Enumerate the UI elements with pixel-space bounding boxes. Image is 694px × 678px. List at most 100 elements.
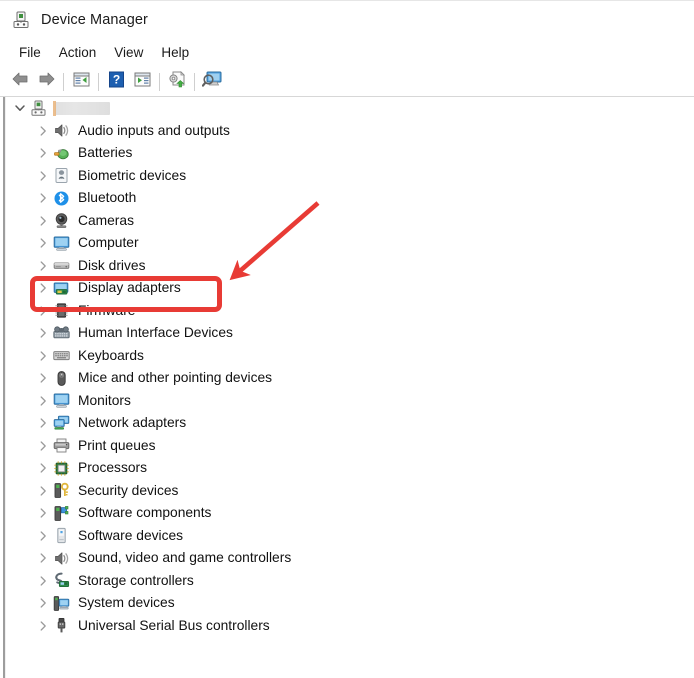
toolbar-separator: [159, 72, 160, 91]
chevron-right-icon[interactable]: [35, 505, 51, 521]
tree-row-cameras[interactable]: Cameras: [6, 210, 694, 233]
tree-row-processors[interactable]: Processors: [6, 457, 694, 480]
tree-row-root[interactable]: [6, 97, 694, 120]
chevron-right-icon[interactable]: [35, 393, 51, 409]
chevron-right-icon[interactable]: [35, 370, 51, 386]
chevron-right-icon[interactable]: [35, 438, 51, 454]
chevron-right-icon[interactable]: [35, 235, 51, 251]
device-tree[interactable]: Audio inputs and outputs Batteries Biome…: [6, 97, 694, 637]
chevron-right-icon[interactable]: [35, 573, 51, 589]
tree-row-keyboards[interactable]: Keyboards: [6, 345, 694, 368]
chevron-right-icon[interactable]: [35, 145, 51, 161]
title-bar: Device Manager: [0, 0, 694, 39]
menu-help[interactable]: Help: [152, 42, 198, 64]
tree-row-storage-controllers[interactable]: Storage controllers: [6, 570, 694, 593]
chevron-right-icon[interactable]: [35, 213, 51, 229]
chevron-right-icon[interactable]: [35, 483, 51, 499]
tree-row-label: Bluetooth: [78, 190, 137, 206]
tree-row-human-interface-devices[interactable]: Human Interface Devices: [6, 322, 694, 345]
software-device-icon: [53, 527, 70, 544]
tree-row-audio-inputs-and-outputs[interactable]: Audio inputs and outputs: [6, 120, 694, 143]
device-tree-panel[interactable]: Audio inputs and outputs Batteries Biome…: [0, 97, 694, 678]
toolbar-separator: [63, 72, 64, 91]
tree-row-print-queues[interactable]: Print queues: [6, 435, 694, 458]
tree-row-bluetooth[interactable]: Bluetooth: [6, 187, 694, 210]
tree-row-label: Audio inputs and outputs: [78, 122, 230, 138]
chevron-right-icon[interactable]: [35, 460, 51, 476]
tree-row-label: Storage controllers: [78, 572, 194, 588]
toolbar-scan-hardware-changes-button[interactable]: [199, 70, 225, 94]
fingerprint-icon: [53, 167, 70, 184]
chevron-right-icon[interactable]: [35, 280, 51, 296]
window-title: Device Manager: [41, 12, 148, 28]
monitor-icon: [53, 392, 70, 409]
chevron-right-icon[interactable]: [35, 528, 51, 544]
chevron-right-icon[interactable]: [35, 123, 51, 139]
computer-root-icon: [30, 100, 47, 117]
chevron-right-icon[interactable]: [35, 190, 51, 206]
chevron-down-icon[interactable]: [12, 100, 28, 116]
chevron-right-icon[interactable]: [35, 618, 51, 634]
tree-row-computer[interactable]: Computer: [6, 232, 694, 255]
tree-row-biometric-devices[interactable]: Biometric devices: [6, 165, 694, 188]
tree-row-label: Security devices: [78, 482, 179, 498]
toolbar-forward-button[interactable]: [33, 70, 59, 94]
chevron-right-icon[interactable]: [35, 595, 51, 611]
tree-row-label: Network adapters: [78, 415, 187, 431]
redacted-computer-name: [53, 100, 110, 116]
tree-row-label: Universal Serial Bus controllers: [78, 617, 270, 633]
tree-row-label: Display adapters: [78, 280, 181, 296]
tree-row-software-components[interactable]: Software components: [6, 502, 694, 525]
svg-text:?: ?: [112, 72, 119, 86]
show-hide-console-tree-icon: [72, 71, 91, 93]
tree-row-firmware[interactable]: Firmware: [6, 300, 694, 323]
usb-icon: [53, 617, 70, 634]
software-component-icon: [53, 505, 70, 522]
tree-row-label: Disk drives: [78, 257, 146, 273]
tree-row-monitors[interactable]: Monitors: [6, 390, 694, 413]
tree-row-label: Computer: [78, 235, 139, 251]
toolbar-back-button[interactable]: [7, 70, 33, 94]
speaker-icon: [53, 122, 70, 139]
security-key-icon: [53, 482, 70, 499]
tree-row-mice-and-other-pointing-devices[interactable]: Mice and other pointing devices: [6, 367, 694, 390]
tree-row-system-devices[interactable]: System devices: [6, 592, 694, 615]
speaker-icon: [53, 550, 70, 567]
tree-row-network-adapters[interactable]: Network adapters: [6, 412, 694, 435]
tree-row-label: Batteries: [78, 145, 133, 161]
chevron-right-icon[interactable]: [35, 258, 51, 274]
toolbar-properties-button[interactable]: [129, 70, 155, 94]
chevron-right-icon[interactable]: [35, 550, 51, 566]
back-arrow-icon: [11, 71, 30, 92]
chevron-right-icon[interactable]: [35, 348, 51, 364]
tree-row-disk-drives[interactable]: Disk drives: [6, 255, 694, 278]
printer-icon: [53, 437, 70, 454]
menu-view[interactable]: View: [105, 42, 152, 64]
tree-row-label: Monitors: [78, 392, 131, 408]
toolbar-separator: [98, 72, 99, 91]
tree-row-batteries[interactable]: Batteries: [6, 142, 694, 165]
tree-row-label: System devices: [78, 595, 175, 611]
toolbar-help-button[interactable]: ?: [103, 70, 129, 94]
tree-row-security-devices[interactable]: Security devices: [6, 480, 694, 503]
toolbar-update-driver-button[interactable]: [164, 70, 190, 94]
toolbar-show-hide-console-tree-button[interactable]: [68, 70, 94, 94]
tree-row-sound-video-and-game-controllers[interactable]: Sound, video and game controllers: [6, 547, 694, 570]
chevron-right-icon[interactable]: [35, 415, 51, 431]
tree-row-label: Sound, video and game controllers: [78, 550, 292, 566]
tree-row-label: Software components: [78, 505, 212, 521]
chevron-right-icon[interactable]: [35, 168, 51, 184]
chevron-right-icon[interactable]: [35, 325, 51, 341]
tree-row-label: Firmware: [78, 302, 136, 318]
mouse-icon: [53, 370, 70, 387]
network-adapter-icon: [53, 415, 70, 432]
chevron-right-icon[interactable]: [35, 303, 51, 319]
menu-action[interactable]: Action: [50, 42, 106, 64]
tree-row-universal-serial-bus-controllers[interactable]: Universal Serial Bus controllers: [6, 615, 694, 638]
tree-row-software-devices[interactable]: Software devices: [6, 525, 694, 548]
forward-arrow-icon: [37, 71, 56, 92]
scan-for-hardware-changes-icon: [201, 70, 223, 93]
tree-row-label: Keyboards: [78, 347, 144, 363]
menu-file[interactable]: File: [10, 42, 50, 64]
tree-row-display-adapters[interactable]: Display adapters: [6, 277, 694, 300]
